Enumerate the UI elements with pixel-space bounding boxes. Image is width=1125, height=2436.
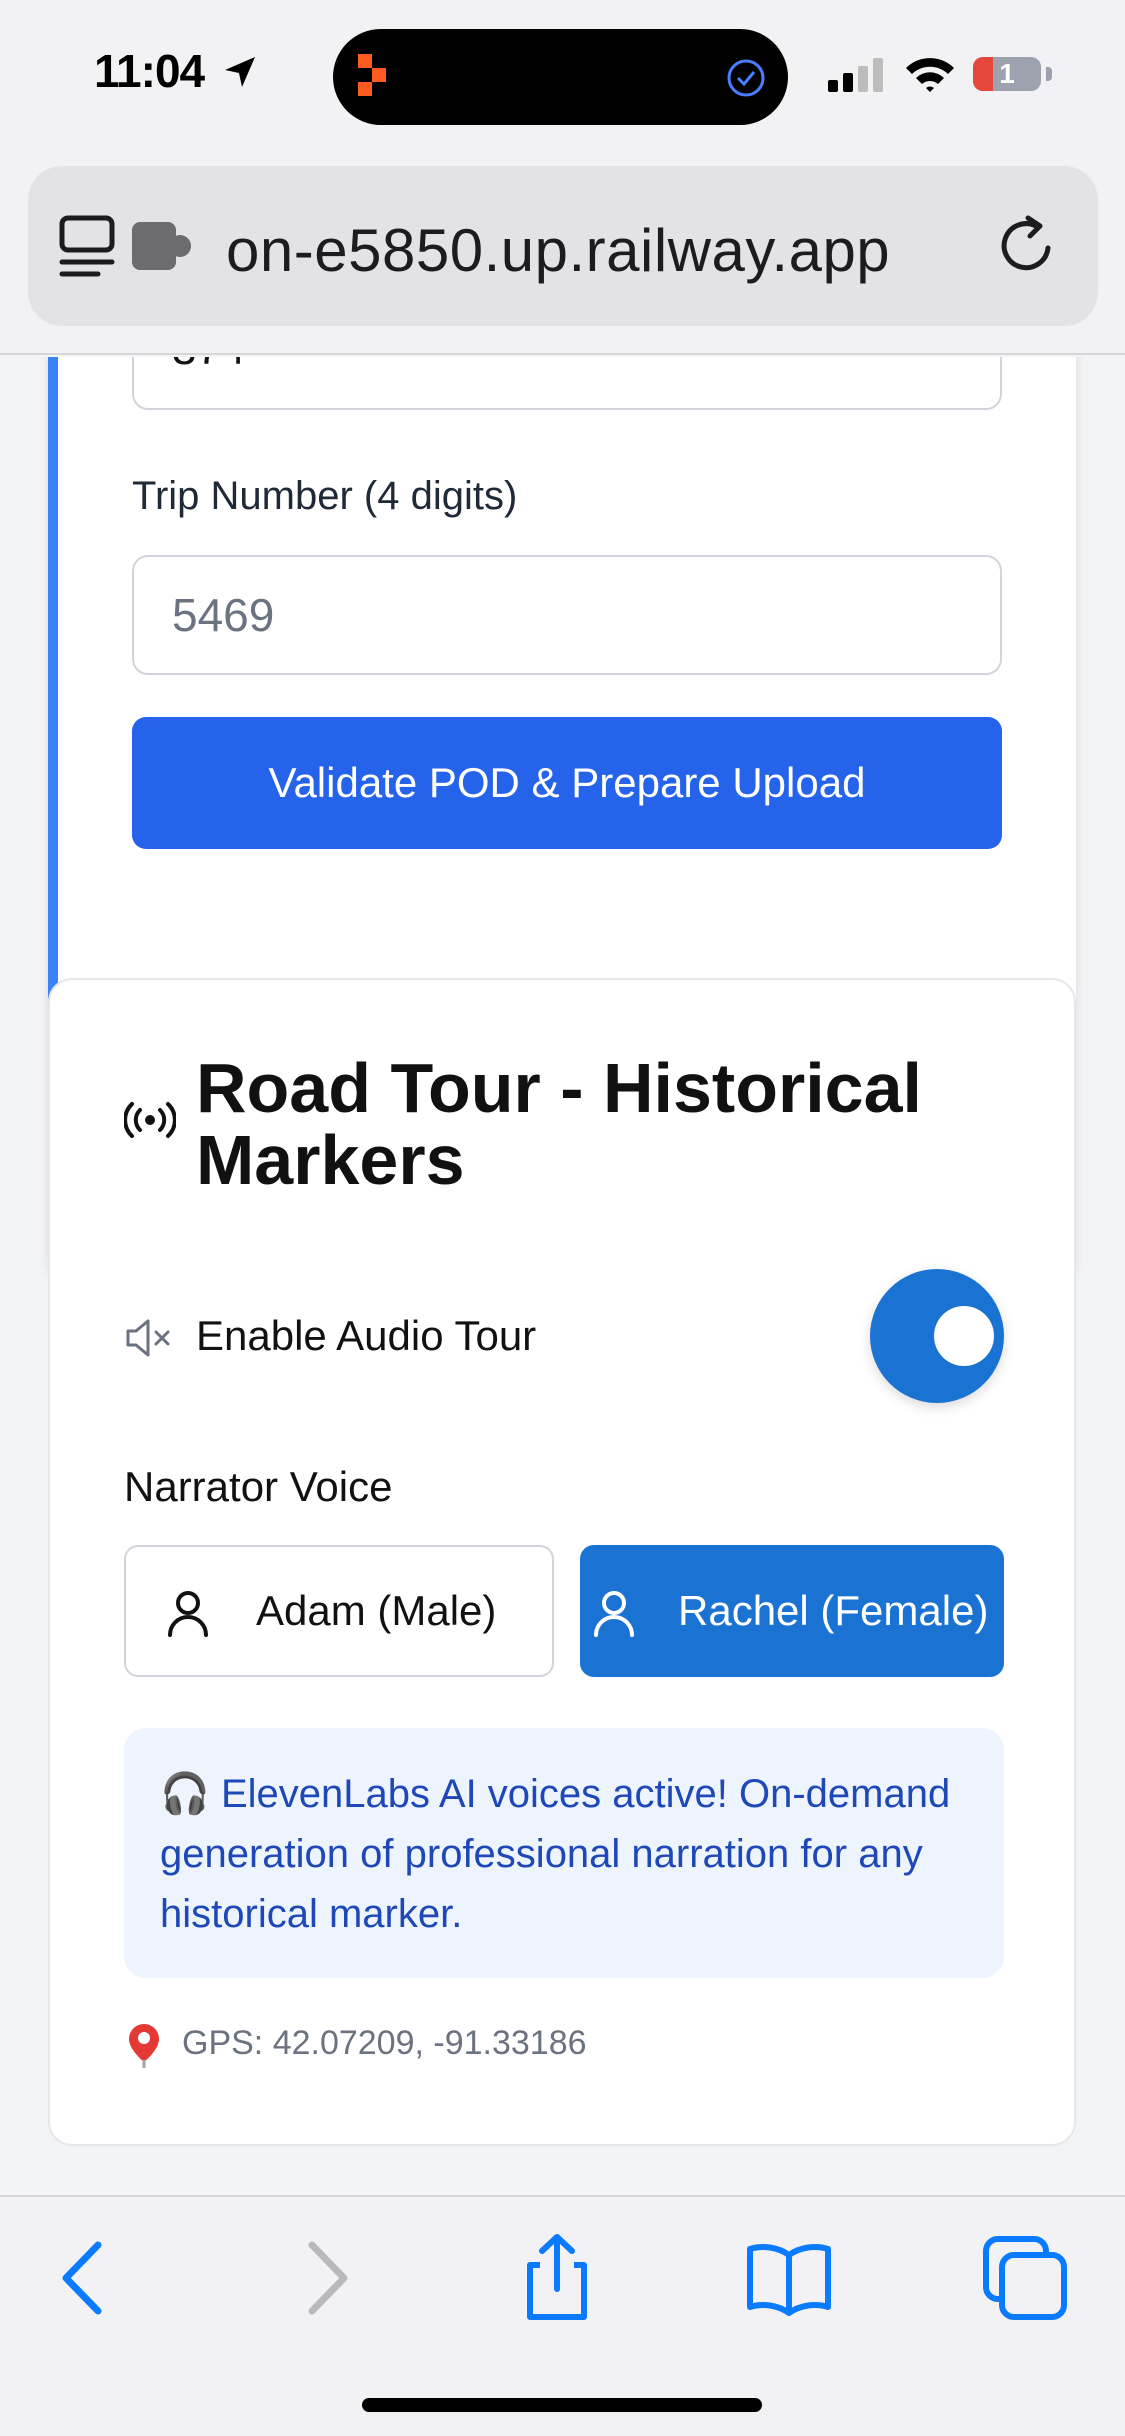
wifi-icon [906, 58, 954, 92]
road-tour-card: Road Tour - Historical Markers Enable Au… [48, 978, 1076, 2146]
narrator-voice-label: Narrator Voice [124, 1463, 393, 1510]
info-message: ElevenLabs AI voices active! On-demand g… [160, 1772, 951, 1936]
user-icon [594, 1591, 634, 1637]
trip-number-input[interactable] [132, 555, 1002, 675]
headphones-icon: 🎧 [160, 1772, 210, 1816]
battery-level: 1 [999, 58, 1015, 89]
voice-option-adam[interactable]: Adam (Male) [124, 1545, 554, 1677]
back-icon[interactable] [40, 2233, 130, 2323]
info-notice-text: 🎧 ElevenLabs AI voices active! On-demand… [160, 1764, 980, 1944]
status-bar: 11:04 1 [0, 0, 1125, 150]
battery-nub [1046, 67, 1052, 81]
dynamic-island [333, 29, 788, 125]
url-field[interactable]: on-e5850.up.railway.app [226, 166, 1006, 326]
speaker-muted-icon [126, 1319, 170, 1357]
tabs-icon[interactable] [980, 2233, 1070, 2323]
info-notice: 🎧 ElevenLabs AI voices active! On-demand… [124, 1728, 1004, 1978]
check-circle-icon [727, 59, 765, 97]
voice-option-rachel[interactable]: Rachel (Female) [580, 1545, 1004, 1677]
voice-option-label: Rachel (Female) [678, 1587, 989, 1634]
app-activity-icon [358, 54, 386, 96]
location-arrow-icon [225, 57, 255, 87]
previous-input-field[interactable]: 374 [132, 357, 1002, 410]
battery-icon: 1 [973, 57, 1041, 91]
browser-top-bar: on-e5850.up.railway.app [0, 150, 1125, 355]
trip-number-label: Trip Number (4 digits) [132, 474, 518, 518]
toggle-knob [934, 1306, 994, 1366]
voice-option-label: Adam (Male) [256, 1587, 497, 1634]
home-indicator [362, 2398, 762, 2412]
road-tour-title: Road Tour - Historical Markers [196, 1049, 922, 1199]
share-icon[interactable] [512, 2233, 602, 2323]
audio-tour-toggle[interactable] [870, 1269, 1004, 1403]
radio-broadcast-icon [124, 1102, 176, 1138]
url-text: on-e5850.up.railway.app [226, 217, 891, 284]
enable-audio-tour-label: Enable Audio Tour [196, 1312, 537, 1359]
screen: 11:04 1 on-e5850.up.railway.app Trip Num… [0, 0, 1125, 2436]
extension-icon[interactable] [132, 216, 196, 276]
web-content: 374 Trip Number (4 digits) Validate POD … [0, 357, 1125, 2195]
page-menu-icon[interactable] [58, 214, 120, 284]
gps-coordinates: GPS: 42.07209, -91.33186 [182, 2024, 587, 2062]
reload-icon[interactable] [996, 214, 1060, 278]
user-icon [168, 1591, 208, 1637]
forward-icon[interactable] [280, 2233, 370, 2323]
bookmarks-icon[interactable] [744, 2233, 834, 2323]
location-pin-icon [129, 2024, 159, 2068]
address-bar[interactable]: on-e5850.up.railway.app [28, 166, 1098, 326]
previous-input-value: 374 [172, 357, 245, 375]
validate-pod-button[interactable]: Validate POD & Prepare Upload [132, 717, 1002, 849]
cellular-signal-icon [828, 58, 883, 92]
status-time: 11:04 [94, 45, 205, 97]
